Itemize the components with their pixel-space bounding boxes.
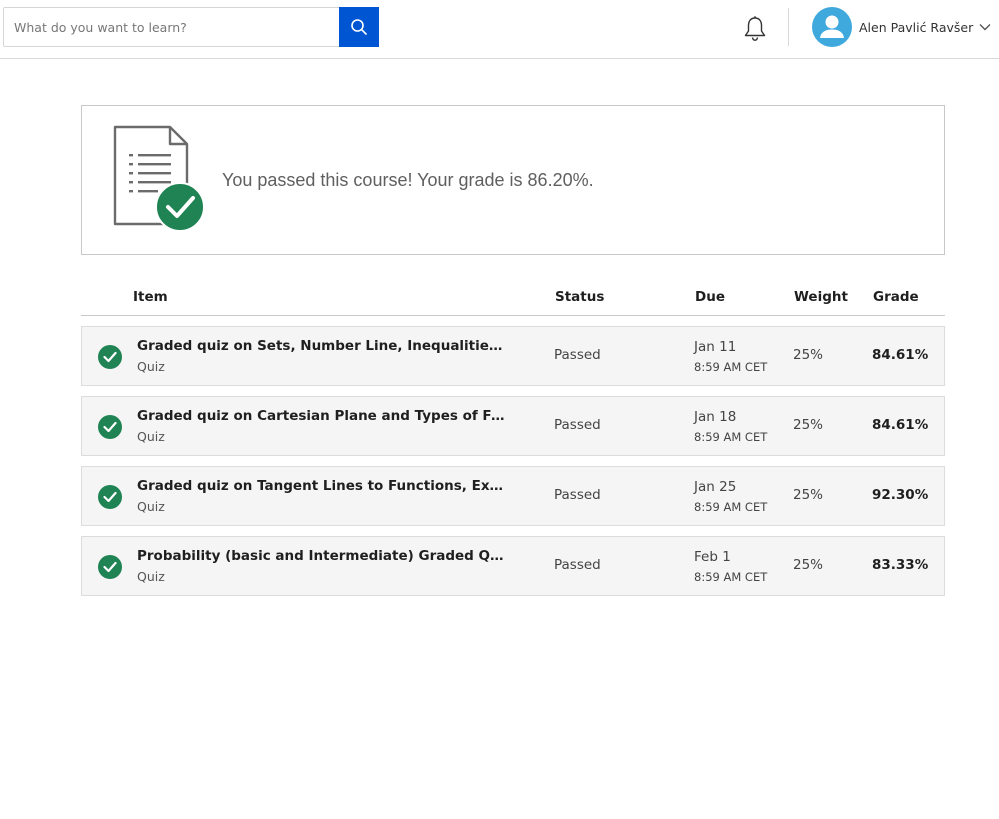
check-circle-icon xyxy=(98,555,122,579)
column-grade: Grade xyxy=(873,289,919,305)
due-date: Jan 11 xyxy=(694,339,737,355)
user-menu[interactable]: Alen Pavlić Ravšer xyxy=(812,7,991,47)
notifications-button[interactable] xyxy=(741,14,769,44)
column-status: Status xyxy=(555,289,605,305)
chevron-down-icon xyxy=(979,23,991,31)
item-grade: 84.61% xyxy=(872,347,929,363)
column-due: Due xyxy=(695,289,725,305)
due-time: 8:59 AM CET xyxy=(694,360,768,374)
item-title-link[interactable]: Graded quiz on Tangent Lines to Function… xyxy=(137,478,507,494)
bell-icon xyxy=(744,16,766,41)
course-passed-banner: You passed this course! Your grade is 86… xyxy=(81,105,945,255)
item-title-link[interactable]: Probability (basic and Intermediate) Gra… xyxy=(137,548,507,564)
header-divider xyxy=(788,8,789,46)
item-type: Quiz xyxy=(137,429,165,444)
due-date: Feb 1 xyxy=(694,549,731,565)
user-avatar-icon xyxy=(812,7,852,47)
item-weight: 25% xyxy=(793,557,824,573)
due-date: Jan 25 xyxy=(694,479,737,495)
search-icon xyxy=(351,19,367,35)
table-row[interactable]: Graded quiz on Tangent Lines to Function… xyxy=(81,466,945,526)
item-weight: 25% xyxy=(793,417,824,433)
check-circle-icon xyxy=(98,485,122,509)
item-title-link[interactable]: Graded quiz on Sets, Number Line, Inequa… xyxy=(137,338,507,354)
due-time: 8:59 AM CET xyxy=(694,500,768,514)
column-weight: Weight xyxy=(794,289,848,305)
check-circle-icon xyxy=(98,345,122,369)
grades-table-header: Item Status Due Weight Grade xyxy=(81,280,945,316)
check-circle-icon xyxy=(98,415,122,439)
top-header: Alen Pavlić Ravšer xyxy=(0,0,999,59)
item-grade: 83.33% xyxy=(872,557,929,573)
item-status: Passed xyxy=(554,487,601,503)
due-date: Jan 18 xyxy=(694,409,737,425)
item-type: Quiz xyxy=(137,359,165,374)
search-box[interactable] xyxy=(3,7,340,47)
item-weight: 25% xyxy=(793,347,824,363)
user-name: Alen Pavlić Ravšer xyxy=(859,19,974,35)
table-row[interactable]: Graded quiz on Sets, Number Line, Inequa… xyxy=(81,326,945,386)
item-type: Quiz xyxy=(137,569,165,584)
document-check-icon xyxy=(113,125,205,232)
search-button[interactable] xyxy=(339,7,379,47)
due-time: 8:59 AM CET xyxy=(694,430,768,444)
item-type: Quiz xyxy=(137,499,165,514)
item-title-link[interactable]: Graded quiz on Cartesian Plane and Types… xyxy=(137,408,507,424)
item-status: Passed xyxy=(554,347,601,363)
table-row[interactable]: Probability (basic and Intermediate) Gra… xyxy=(81,536,945,596)
item-weight: 25% xyxy=(793,487,824,503)
item-status: Passed xyxy=(554,417,601,433)
column-item: Item xyxy=(133,289,168,305)
item-grade: 84.61% xyxy=(872,417,929,433)
item-status: Passed xyxy=(554,557,601,573)
search-input[interactable] xyxy=(4,8,340,46)
due-time: 8:59 AM CET xyxy=(694,570,768,584)
item-grade: 92.30% xyxy=(872,487,929,503)
table-row[interactable]: Graded quiz on Cartesian Plane and Types… xyxy=(81,396,945,456)
grade-message: You passed this course! Your grade is 86… xyxy=(222,170,594,190)
